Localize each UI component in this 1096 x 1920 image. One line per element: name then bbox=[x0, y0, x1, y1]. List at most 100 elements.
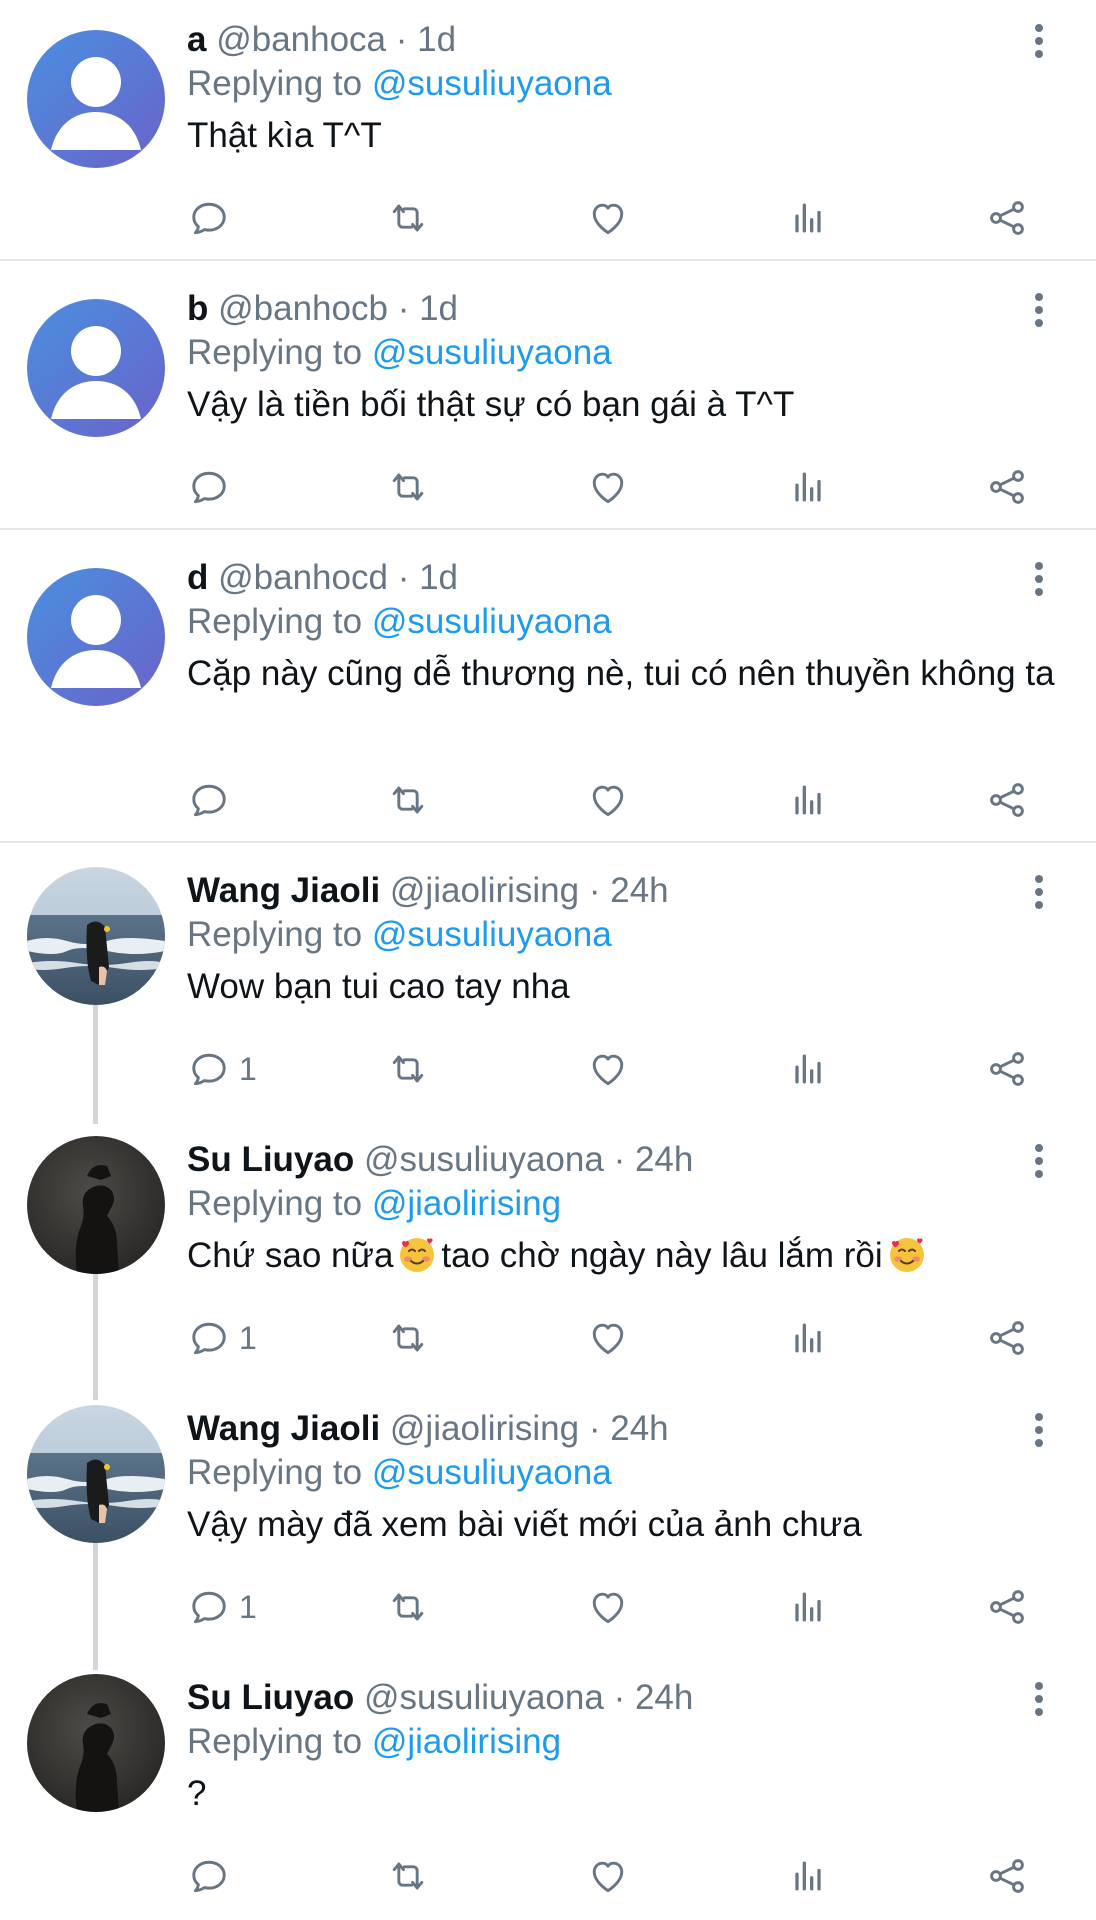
analytics-button[interactable] bbox=[786, 1850, 830, 1902]
tweet-header: d @banhocd · 1d bbox=[187, 554, 458, 602]
share-button[interactable] bbox=[985, 192, 1029, 244]
analytics-button[interactable] bbox=[786, 1043, 830, 1095]
analytics-button[interactable] bbox=[786, 461, 830, 513]
display-name[interactable]: Wang Jiaoli bbox=[187, 1409, 380, 1448]
analytics-button[interactable] bbox=[786, 1581, 830, 1633]
default-avatar-icon[interactable] bbox=[27, 299, 165, 437]
share-icon bbox=[985, 196, 1029, 240]
display-name[interactable]: Wang Jiaoli bbox=[187, 871, 380, 910]
timestamp: · 1d bbox=[397, 558, 458, 597]
more-options-icon[interactable] bbox=[1024, 867, 1054, 917]
reply-button[interactable] bbox=[187, 461, 239, 513]
display-name[interactable]: d bbox=[187, 558, 208, 597]
user-handle[interactable]: @jiaolirising bbox=[390, 1409, 579, 1448]
analytics-button[interactable] bbox=[786, 774, 830, 826]
mention-link[interactable]: @jiaolirising bbox=[372, 1184, 561, 1223]
more-options-icon[interactable] bbox=[1024, 1136, 1054, 1186]
reply-icon bbox=[187, 196, 231, 240]
like-icon bbox=[586, 465, 630, 509]
tweet-actions bbox=[0, 192, 1096, 244]
share-button[interactable] bbox=[985, 1312, 1029, 1364]
dark-silhouette-avatar[interactable] bbox=[27, 1674, 165, 1812]
more-options-icon[interactable] bbox=[1024, 16, 1054, 66]
like-button[interactable] bbox=[586, 192, 630, 244]
more-options-icon[interactable] bbox=[1024, 1674, 1054, 1724]
analytics-icon bbox=[786, 196, 830, 240]
more-options-icon[interactable] bbox=[1024, 285, 1054, 335]
tweet-actions bbox=[0, 774, 1096, 826]
analytics-button[interactable] bbox=[786, 192, 830, 244]
default-avatar-icon[interactable] bbox=[27, 30, 165, 168]
mention-link[interactable]: @susuliuyaona bbox=[372, 333, 612, 372]
retweet-button[interactable] bbox=[386, 1312, 430, 1364]
user-handle[interactable]: @susuliuyaona bbox=[364, 1678, 604, 1717]
like-button[interactable] bbox=[586, 1581, 630, 1633]
user-handle[interactable]: @banhoca bbox=[216, 20, 386, 59]
beach-photo-avatar[interactable] bbox=[27, 867, 165, 1005]
reply-icon bbox=[187, 1585, 231, 1629]
like-icon bbox=[586, 1316, 630, 1360]
reply-button[interactable] bbox=[187, 1850, 239, 1902]
like-icon bbox=[586, 778, 630, 822]
retweet-button[interactable] bbox=[386, 1850, 430, 1902]
tweet-text: Chứ sao nữa tao chờ ngày này lâu lắm rồi bbox=[187, 1234, 1067, 1278]
display-name[interactable]: b bbox=[187, 289, 208, 328]
reply-icon bbox=[187, 1854, 231, 1898]
analytics-button[interactable] bbox=[786, 1312, 830, 1364]
analytics-icon bbox=[786, 1854, 830, 1898]
share-button[interactable] bbox=[985, 1850, 1029, 1902]
reply-button[interactable]: 1 bbox=[187, 1312, 257, 1364]
tweet[interactable]: d @banhocd · 1d Replying to @susuliuyaon… bbox=[0, 554, 1096, 838]
retweet-button[interactable] bbox=[386, 774, 430, 826]
more-options-icon[interactable] bbox=[1024, 1405, 1054, 1455]
user-handle[interactable]: @susuliuyaona bbox=[364, 1140, 604, 1179]
tweet[interactable]: b @banhocb · 1d Replying to @susuliuyaon… bbox=[0, 285, 1096, 525]
mention-link[interactable]: @susuliuyaona bbox=[372, 915, 612, 954]
tweet-header: Su Liuyao @susuliuyaona · 24h bbox=[187, 1136, 693, 1184]
reply-icon bbox=[187, 465, 231, 509]
like-button[interactable] bbox=[586, 1043, 630, 1095]
more-options-icon[interactable] bbox=[1024, 554, 1054, 604]
mention-link[interactable]: @jiaolirising bbox=[372, 1722, 561, 1761]
user-handle[interactable]: @jiaolirising bbox=[390, 871, 579, 910]
like-button[interactable] bbox=[586, 1312, 630, 1364]
tweet[interactable]: Su Liuyao @susuliuyaona · 24h Replying t… bbox=[0, 1136, 1096, 1376]
tweet-text: Vậy mày đã xem bài viết mới của ảnh chưa bbox=[187, 1505, 862, 1544]
like-button[interactable] bbox=[586, 1850, 630, 1902]
reply-count: 1 bbox=[239, 1319, 257, 1356]
analytics-icon bbox=[786, 1585, 830, 1629]
reply-button[interactable]: 1 bbox=[187, 1043, 257, 1095]
user-handle[interactable]: @banhocb bbox=[218, 289, 388, 328]
share-button[interactable] bbox=[985, 1043, 1029, 1095]
display-name[interactable]: a bbox=[187, 20, 206, 59]
mention-link[interactable]: @susuliuyaona bbox=[372, 602, 612, 641]
display-name[interactable]: Su Liuyao bbox=[187, 1140, 354, 1179]
tweet[interactable]: Su Liuyao @susuliuyaona · 24h Replying t… bbox=[0, 1674, 1096, 1914]
user-handle[interactable]: @banhocd bbox=[218, 558, 388, 597]
tweet[interactable]: a @banhoca · 1d Replying to @susuliuyaon… bbox=[0, 16, 1096, 256]
share-button[interactable] bbox=[985, 774, 1029, 826]
like-button[interactable] bbox=[586, 774, 630, 826]
share-icon bbox=[985, 1854, 1029, 1898]
tweet[interactable]: Wang Jiaoli @jiaolirising · 24h Replying… bbox=[0, 867, 1096, 1107]
share-button[interactable] bbox=[985, 1581, 1029, 1633]
retweet-button[interactable] bbox=[386, 461, 430, 513]
default-avatar-icon[interactable] bbox=[27, 568, 165, 706]
tweet[interactable]: Wang Jiaoli @jiaolirising · 24h Replying… bbox=[0, 1405, 1096, 1645]
like-button[interactable] bbox=[586, 461, 630, 513]
tweet-header: Wang Jiaoli @jiaolirising · 24h bbox=[187, 1405, 669, 1453]
beach-photo-avatar[interactable] bbox=[27, 1405, 165, 1543]
mention-link[interactable]: @susuliuyaona bbox=[372, 64, 612, 103]
retweet-button[interactable] bbox=[386, 1581, 430, 1633]
reply-button[interactable]: 1 bbox=[187, 1581, 257, 1633]
retweet-button[interactable] bbox=[386, 1043, 430, 1095]
display-name[interactable]: Su Liuyao bbox=[187, 1678, 354, 1717]
reply-button[interactable] bbox=[187, 192, 239, 244]
mention-link[interactable]: @susuliuyaona bbox=[372, 1453, 612, 1492]
reply-icon bbox=[187, 1316, 231, 1360]
reply-button[interactable] bbox=[187, 774, 239, 826]
dark-silhouette-avatar[interactable] bbox=[27, 1136, 165, 1274]
share-button[interactable] bbox=[985, 461, 1029, 513]
replying-to: Replying to @susuliuyaona bbox=[187, 1453, 612, 1492]
retweet-button[interactable] bbox=[386, 192, 430, 244]
